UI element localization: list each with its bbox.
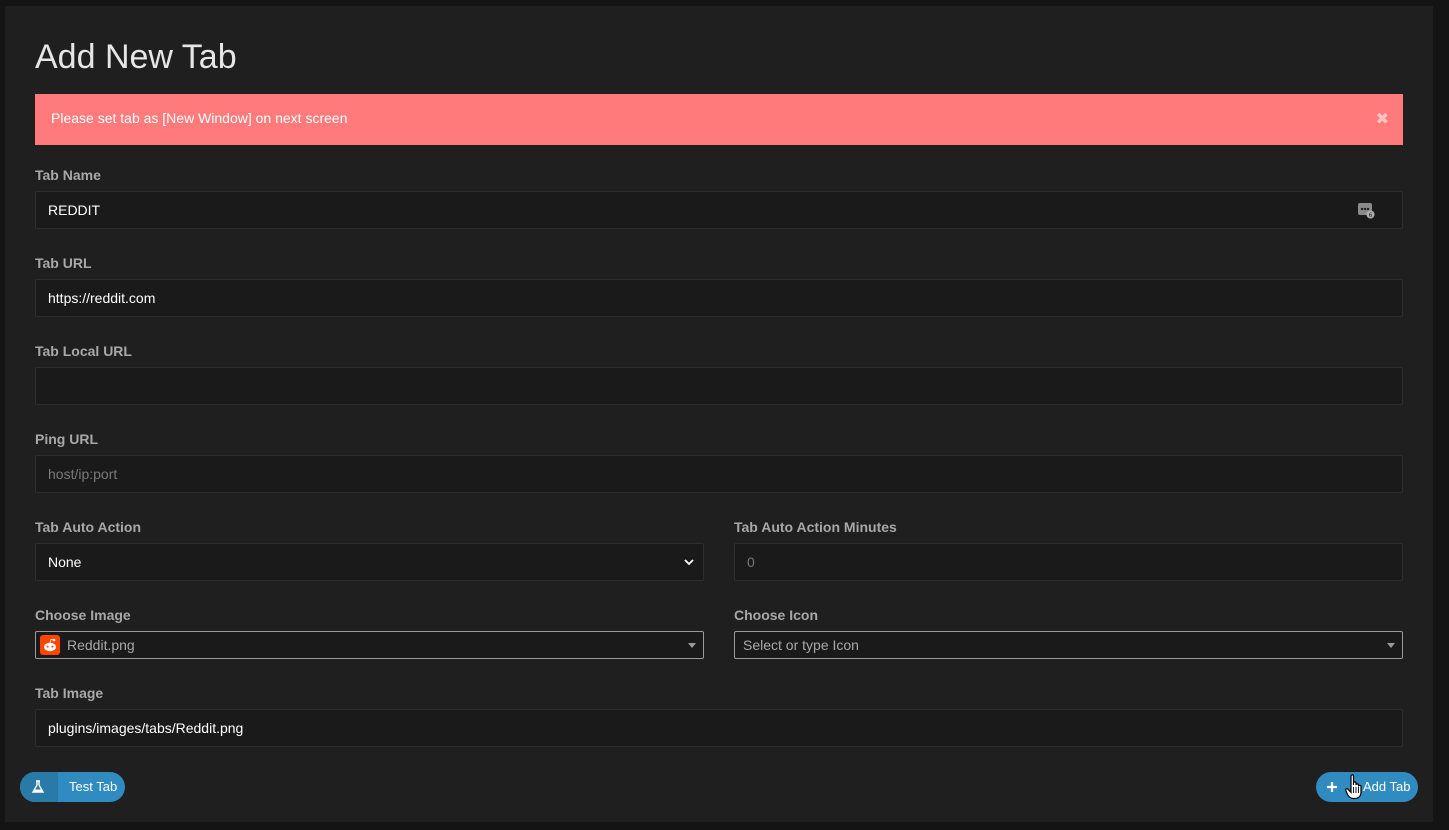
alert-banner: Please set tab as [New Window] on next s… [35,94,1403,145]
add-tab-modal: Add New Tab Please set tab as [New Windo… [5,6,1433,822]
ping-url-placeholder: host/ip:port [48,466,118,482]
choose-image-value: Reddit.png [67,637,135,653]
ping-url-label: Ping URL [35,431,98,447]
flask-icon [20,772,58,802]
svg-text:6: 6 [1369,212,1373,219]
page-title: Add New Tab [35,38,237,76]
tab-auto-action-label: Tab Auto Action [35,519,142,535]
alert-message: Please set tab as [New Window] on next s… [51,110,348,126]
add-tab-button[interactable]: Add Tab [1316,772,1418,802]
tab-local-url-label: Tab Local URL [35,343,132,359]
add-tab-label: Add Tab [1363,779,1411,794]
choose-icon-label: Choose Icon [734,607,819,623]
tab-auto-action-value: None [48,554,82,570]
tab-name-value: REDDIT [48,202,101,218]
plus-icon [1327,782,1337,792]
tab-image-input[interactable]: plugins/images/tabs/Reddit.png [35,709,1403,747]
tab-url-value: https://reddit.com [48,290,156,306]
close-icon[interactable]: ✖ [1376,109,1389,128]
tab-local-url-input[interactable] [35,367,1403,405]
tab-auto-action-minutes-placeholder: 0 [747,554,755,570]
caret-down-icon [1387,643,1395,648]
tab-image-label: Tab Image [35,685,104,701]
tab-auto-action-select[interactable]: None [35,543,704,581]
tab-name-label: Tab Name [35,167,101,183]
choose-icon-placeholder: Select or type Icon [743,637,859,653]
hand-cursor-icon [1345,774,1362,800]
test-tab-label: Test Tab [69,779,118,794]
chevron-down-icon [684,559,694,566]
choose-icon-select[interactable]: Select or type Icon [734,631,1403,659]
reddit-icon [40,635,60,655]
choose-image-label: Choose Image [35,607,131,623]
choose-image-select[interactable]: Reddit.png [35,631,704,659]
test-tab-button[interactable]: Test Tab [20,772,125,802]
tab-url-input[interactable]: https://reddit.com [35,279,1403,317]
tab-auto-action-minutes-label: Tab Auto Action Minutes [734,519,897,535]
tab-url-label: Tab URL [35,255,92,271]
tab-image-value: plugins/images/tabs/Reddit.png [48,720,244,736]
tab-name-input[interactable]: REDDIT 6 [35,191,1403,229]
password-manager-icon[interactable]: 6 [1358,202,1375,219]
ping-url-input[interactable]: host/ip:port [35,455,1403,493]
caret-down-icon [688,643,696,648]
tab-auto-action-minutes-input[interactable]: 0 [734,543,1403,581]
